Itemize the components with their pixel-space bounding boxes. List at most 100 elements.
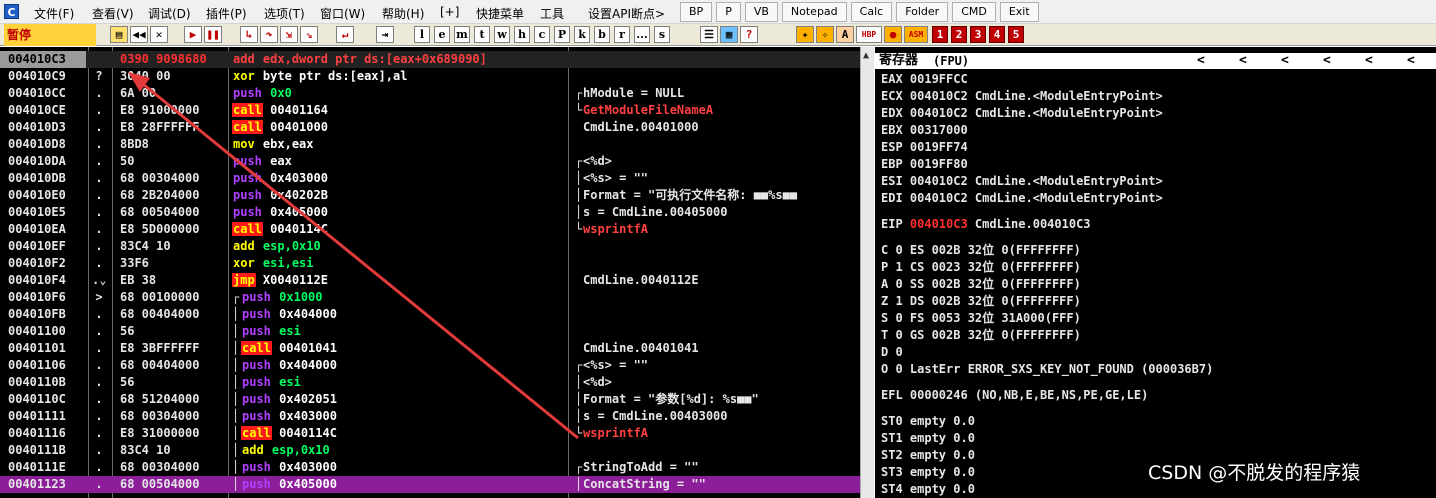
toolbar-number-button[interactable]: 4: [989, 26, 1005, 43]
disasm-row[interactable]: 0040110C. 68 51204000 │ push 0x402051 │ Forma…: [0, 391, 860, 408]
disasm-row[interactable]: 00401116. E8 31000000 │ call 0040114C └ wspri…: [0, 425, 860, 442]
disasm-row[interactable]: 004010CE. E8 91000000 call 00401164 └ GetMod…: [0, 102, 860, 119]
list-icon[interactable]: ☰: [700, 26, 718, 43]
restart-icon[interactable]: ◀◀: [130, 26, 148, 43]
menu-item[interactable]: 工具: [540, 5, 564, 22]
trace-over-icon[interactable]: ⇘: [300, 26, 318, 43]
menu-item[interactable]: 帮助(H): [382, 5, 424, 22]
menu-item[interactable]: [+]: [440, 5, 459, 19]
register-line[interactable]: EBP 0019FF80: [881, 156, 968, 173]
register-line[interactable]: ESP 0019FF74: [881, 139, 968, 156]
disasm-row[interactable]: 004010F4 .⌄ EB 38 jmp X0040112E CmdLine.0040…: [0, 272, 860, 289]
menu-item[interactable]: 调试(D): [148, 5, 191, 22]
menu-item[interactable]: 窗口(W): [320, 5, 365, 22]
disasm-row[interactable]: 004010D3. E8 28FFFFFF call 00401000 CmdLine…: [0, 119, 860, 136]
register-nav-arrow[interactable]: <: [1197, 53, 1205, 69]
disasm-row[interactable]: 00401100. 56 │ push esi: [0, 323, 860, 340]
menu-item[interactable]: 设置API断点>: [588, 5, 665, 22]
register-line[interactable]: ST4 empty 0.0: [881, 481, 975, 498]
register-line[interactable]: ECX 004010C2 CmdLine.<ModuleEntryPoint>: [881, 88, 1163, 105]
toolbar-letter-button[interactable]: k: [574, 26, 590, 43]
register-nav-arrow[interactable]: <: [1407, 53, 1415, 69]
record-icon[interactable]: ●: [884, 26, 902, 43]
toolbar-letter-button[interactable]: w: [494, 26, 510, 43]
toolbar-number-button[interactable]: 3: [970, 26, 986, 43]
scroll-up-icon[interactable]: ▲: [863, 50, 869, 61]
register-line[interactable]: ST2 empty 0.0: [881, 447, 975, 464]
disasm-row[interactable]: 004010D8. 8BD8 mov ebx,eax: [0, 136, 860, 153]
toolbar-letter-button[interactable]: c: [534, 26, 550, 43]
menu-item[interactable]: 查看(V): [92, 5, 134, 22]
plugin-b-icon[interactable]: ✧: [816, 26, 834, 43]
disasm-row[interactable]: 00401123. 68 00504000 │ push 0x405000 │ Conca…: [0, 476, 860, 493]
toolbar-letter-button[interactable]: b: [594, 26, 610, 43]
hbp-icon[interactable]: HBP: [856, 26, 882, 43]
quick-button[interactable]: P: [716, 2, 741, 22]
goto-icon[interactable]: ⇥: [376, 26, 394, 43]
disasm-row[interactable]: 00401111. 68 00304000 │ push 0x403000 │ s = C…: [0, 408, 860, 425]
step-over-icon[interactable]: ↷: [260, 26, 278, 43]
register-line[interactable]: ST3 empty 0.0: [881, 464, 975, 481]
disasm-row[interactable]: 004010F2. 33F6 xor esi,esi: [0, 255, 860, 272]
toolbar-letter-button[interactable]: e: [434, 26, 450, 43]
register-nav-arrow[interactable]: <: [1239, 53, 1247, 69]
menu-item[interactable]: 快捷菜单: [476, 5, 524, 22]
close-debug-icon[interactable]: ✕: [150, 26, 168, 43]
register-nav-arrow[interactable]: <: [1323, 53, 1331, 69]
step-into-icon[interactable]: ↳: [240, 26, 258, 43]
toolbar-letter-button[interactable]: t: [474, 26, 490, 43]
execute-till-return-icon[interactable]: ↵: [336, 26, 354, 43]
run-icon[interactable]: ▶: [184, 26, 202, 43]
quick-button[interactable]: BP: [680, 2, 713, 22]
register-line[interactable]: EAX 0019FFCC: [881, 71, 968, 88]
disasm-row[interactable]: 004010CC. 6A 00 push 0x0 ┌ hModule = NULL: [0, 85, 860, 102]
toolbar-letter-button[interactable]: m: [454, 26, 470, 43]
register-line[interactable]: O 0 LastErr ERROR_SXS_KEY_NOT_FOUND (000…: [881, 361, 1213, 378]
disasm-row[interactable]: 00401106. 68 00404000 │ push 0x404000 ┌ <%s> …: [0, 357, 860, 374]
disasm-row[interactable]: 004010E0. 68 2B204000 push 0x40202B │ Format…: [0, 187, 860, 204]
register-line[interactable]: EDI 004010C2 CmdLine.<ModuleEntryPoint>: [881, 190, 1163, 207]
register-nav-arrow[interactable]: <: [1281, 53, 1289, 69]
toolbar-letter-button[interactable]: P: [554, 26, 570, 43]
quick-button[interactable]: CMD: [952, 2, 996, 22]
register-line[interactable]: EDX 004010C2 CmdLine.<ModuleEntryPoint>: [881, 105, 1163, 122]
disasm-row[interactable]: 0040110B. 56 │ push esi │ <%d>: [0, 374, 860, 391]
disasm-row[interactable]: 0040111E. 68 00304000 │ push 0x403000 ┌ Strin…: [0, 459, 860, 476]
disasm-row[interactable]: 004010FB. 68 00404000 │ push 0x404000: [0, 306, 860, 323]
quick-button[interactable]: Exit: [999, 2, 1039, 22]
app-icon[interactable]: C: [4, 4, 19, 19]
toolbar-number-button[interactable]: 5: [1008, 26, 1024, 43]
register-line[interactable]: EIP 004010C3 CmdLine.004010C3: [881, 216, 1091, 233]
disasm-row[interactable]: 004010DA. 50 push eax ┌ <%d>: [0, 153, 860, 170]
toolbar-letter-button[interactable]: ...: [634, 26, 650, 43]
register-line[interactable]: P 1 CS 0023 32位 0(FFFFFFFF): [881, 259, 1081, 276]
pause-icon[interactable]: ❚❚: [204, 26, 222, 43]
register-line[interactable]: Z 1 DS 002B 32位 0(FFFFFFFF): [881, 293, 1081, 310]
asm-icon[interactable]: ASM: [904, 26, 928, 43]
register-line[interactable]: S 0 FS 0053 32位 31A000(FFF): [881, 310, 1081, 327]
toolbar-letter-button[interactable]: h: [514, 26, 530, 43]
window-icon[interactable]: ▦: [720, 26, 738, 43]
toolbar-number-button[interactable]: 1: [932, 26, 948, 43]
disasm-row[interactable]: 004010DB. 68 00304000 push 0x403000 │ <%s> =…: [0, 170, 860, 187]
plugin-a-icon[interactable]: ✦: [796, 26, 814, 43]
disassembly-scrollbar[interactable]: ▲: [860, 47, 874, 498]
menu-item[interactable]: 选项(T): [264, 5, 305, 22]
register-line[interactable]: A 0 SS 002B 32位 0(FFFFFFFF): [881, 276, 1081, 293]
disassembly-pane[interactable]: 004010C3 0390 9098680 add edx,dword ptr ds…: [0, 47, 860, 498]
disasm-row[interactable]: 00401101. E8 3BFFFFFF │ call 00401041 CmdLin…: [0, 340, 860, 357]
disasm-row[interactable]: 004010F6 >68 00100000 ┌ push 0x1000: [0, 289, 860, 306]
register-line[interactable]: ST1 empty 0.0: [881, 430, 975, 447]
register-nav-arrow[interactable]: <: [1365, 53, 1373, 69]
register-line[interactable]: D 0: [881, 344, 903, 361]
toolbar-letter-button[interactable]: l: [414, 26, 430, 43]
disasm-row[interactable]: 0040111B. 83C4 10 │ add esp,0x10: [0, 442, 860, 459]
registers-mode[interactable]: (FPU): [933, 53, 969, 69]
quick-button[interactable]: VB: [744, 2, 778, 22]
register-line[interactable]: ESI 004010C2 CmdLine.<ModuleEntryPoint>: [881, 173, 1163, 190]
quick-button[interactable]: Folder: [896, 2, 949, 22]
register-line[interactable]: T 0 GS 002B 32位 0(FFFFFFFF): [881, 327, 1081, 344]
disasm-row[interactable]: 004010EF. 83C4 10 add esp,0x10: [0, 238, 860, 255]
registers-pane[interactable]: 寄存器 (FPU) < < < < < < EAX 0019FFCC ECX 004010C…: [875, 47, 1436, 498]
register-line[interactable]: EFL 00000246 (NO,NB,E,BE,NS,PE,GE,LE): [881, 387, 1148, 404]
